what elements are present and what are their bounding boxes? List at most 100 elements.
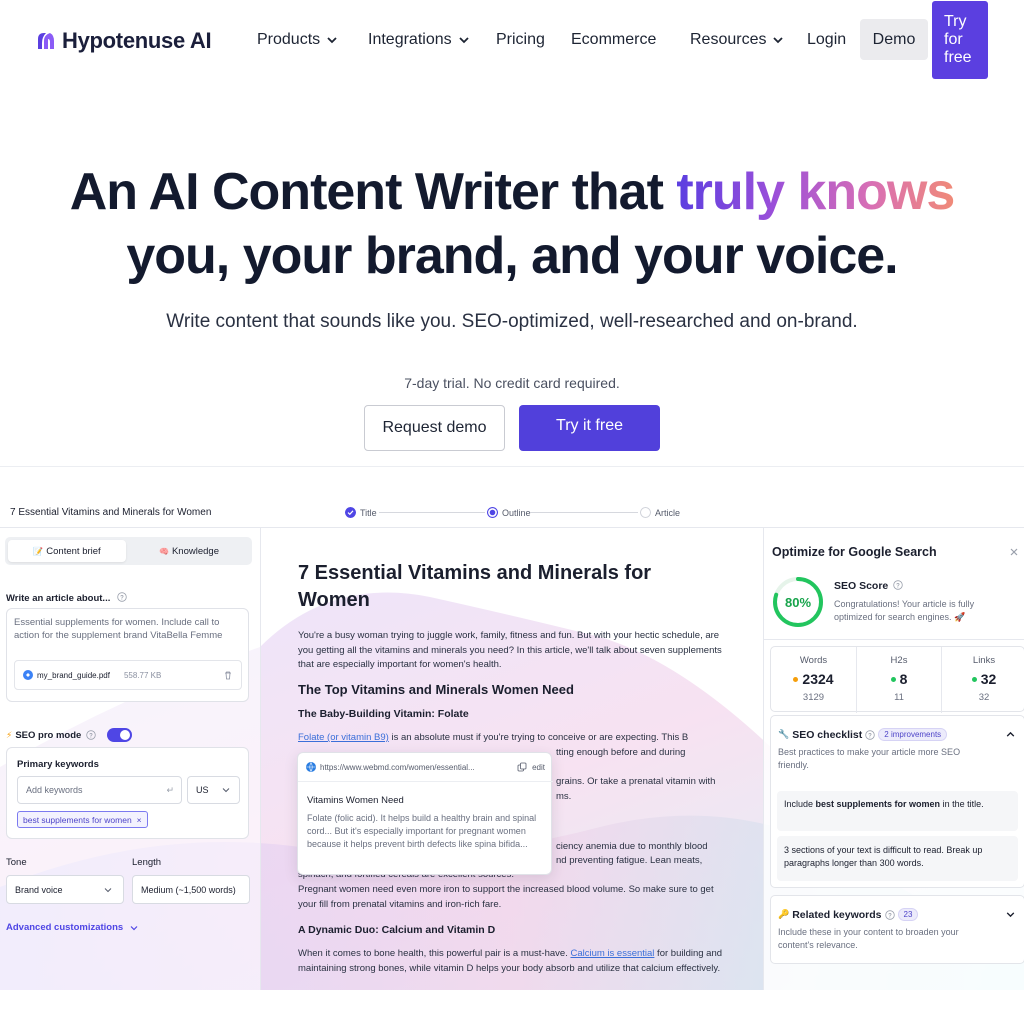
write-about-value: Essential supplements for women. Include…	[14, 617, 223, 641]
file-size: 558.77 KB	[123, 670, 162, 680]
svg-text:?: ?	[888, 913, 892, 919]
item1-c: in the title.	[940, 799, 984, 809]
trash-icon[interactable]	[223, 670, 233, 680]
calcium-paragraph: When it comes to bone health, this power…	[298, 947, 726, 976]
hero-subtitle: Write content that sounds like you. SEO-…	[166, 311, 858, 332]
citation-popup[interactable]: https://www.webmd.com/women/essential...…	[297, 752, 553, 875]
stat-h2s-value: 8	[857, 671, 941, 687]
chevron-down-icon	[458, 37, 469, 44]
close-icon[interactable]: ×	[137, 815, 142, 825]
try-label-1: Try	[944, 13, 967, 30]
step-outline[interactable]: Outline	[487, 507, 531, 518]
iron-tail-2: nd preventing fatigue. Lean meats,	[556, 855, 703, 866]
try-for-free-button[interactable]: Try for free	[932, 1, 988, 79]
pending-step-icon	[640, 507, 651, 518]
top-nav: Hypotenuse AI Products Integrations Pric…	[0, 0, 1024, 82]
seo-checklist-header[interactable]: 🔧 SEO checklist ? 2 improvements	[778, 728, 948, 741]
brain-icon: 🧠	[159, 546, 169, 556]
chevron-down-icon	[773, 37, 784, 44]
article-editor[interactable]: 7 Essential Vitamins and Minerals for Wo…	[262, 528, 762, 990]
keywords-input[interactable]: Add keywords ↵	[17, 776, 182, 804]
help-icon: ?	[893, 580, 903, 590]
check-circle-icon	[345, 507, 356, 518]
seo-checklist-title: SEO checklist	[792, 728, 863, 741]
citation-header: https://www.webmd.com/women/essential...…	[298, 753, 553, 782]
wrench-icon: 🔧	[778, 729, 790, 739]
checklist-item-readability[interactable]: 3 sections of your text is difficult to …	[777, 836, 1018, 881]
keyword-chip-label: best supplements for women	[23, 814, 132, 825]
tab-content-brief[interactable]: 📝 Content brief	[8, 540, 126, 562]
nav-ecommerce[interactable]: Ecommerce	[571, 31, 656, 49]
checklist-item-title[interactable]: Include best supplements for women in th…	[777, 791, 1018, 831]
keyword-chip[interactable]: best supplements for women ×	[17, 811, 148, 828]
nav-login[interactable]: Login	[807, 31, 846, 49]
tab-content-brief-label: Content brief	[46, 545, 101, 557]
seo-score-section: 80% SEO Score ? Congratulations! Your ar…	[764, 572, 1024, 640]
improvements-badge: 2 improvements	[878, 728, 948, 741]
related-keywords-title: Related keywords	[792, 908, 882, 921]
nav-products[interactable]: Products	[257, 31, 338, 49]
article-title: 7 Essential Vitamins and Minerals for Wo…	[298, 562, 652, 611]
step-article-label: Article	[655, 507, 681, 518]
citation-edit[interactable]: edit	[532, 763, 545, 772]
request-demo-button[interactable]: Request demo	[364, 405, 505, 451]
item1-keyword: best supplements for women	[815, 799, 941, 809]
close-icon[interactable]	[1009, 547, 1019, 557]
brief-tabs: 📝 Content brief 🧠 Knowledge	[5, 537, 252, 565]
folate-link[interactable]: Folate (or vitamin B9)	[298, 732, 389, 743]
stat-links-value: 32	[942, 671, 1024, 687]
related-keywords-header[interactable]: 🔑 Related keywords ? 23	[778, 908, 919, 921]
chevron-up-icon[interactable]	[1005, 729, 1016, 740]
help-icon: ?	[865, 729, 875, 740]
chevron-down-icon	[327, 37, 337, 44]
status-dot	[890, 676, 896, 682]
stat-words-target: 3129	[802, 692, 825, 703]
nav-pricing[interactable]: Pricing	[496, 31, 545, 49]
nav-integrations[interactable]: Integrations	[368, 31, 470, 49]
brand-logo[interactable]: Hypotenuse AI	[36, 28, 212, 54]
seo-pro-mode-toggle[interactable]	[107, 728, 133, 742]
advanced-customizations[interactable]: Advanced customizations	[6, 922, 139, 933]
brand-name: Hypotenuse AI	[62, 28, 212, 53]
copy-icon[interactable]	[517, 762, 527, 772]
help-icon: ?	[117, 592, 127, 602]
step-connector	[530, 512, 638, 513]
write-about-text: Write an article about...	[6, 593, 111, 604]
folate-tail-2: grains. Or take a prenatal vitamin with	[556, 776, 716, 787]
tone-select[interactable]: Brand voice	[6, 875, 124, 904]
seo-score-value: 80%	[785, 595, 811, 610]
hero-title-line-1: An AI Content Writer that truly knows	[0, 160, 1024, 224]
length-select[interactable]: Medium (~1,500 words)	[132, 875, 250, 904]
nav-products-label: Products	[257, 31, 321, 48]
chevron-down-icon[interactable]	[1005, 909, 1016, 920]
write-about-input[interactable]: Essential supplements for women. Include…	[6, 608, 249, 702]
seo-score-label: SEO Score ?	[834, 580, 903, 592]
demo-button[interactable]: Demo	[860, 19, 928, 60]
hero-title-highlight: truly knows	[676, 163, 955, 221]
help-icon: ?	[86, 730, 97, 740]
nav-resources-label: Resources	[690, 31, 767, 48]
tab-knowledge[interactable]: 🧠 Knowledge	[129, 540, 249, 562]
country-select[interactable]: US	[187, 776, 240, 804]
seo-score-label-text: SEO Score	[834, 580, 889, 592]
toggle-knob	[120, 730, 131, 740]
step-title[interactable]: Title	[345, 507, 377, 518]
advanced-customizations-label: Advanced customizations	[6, 922, 124, 933]
length-value: Medium (~1,500 words)	[141, 884, 236, 895]
active-step-icon	[487, 507, 498, 518]
step-article[interactable]: Article	[640, 507, 680, 518]
seo-stats: Words 2324 3129 H2s 8 11 Links 32 32	[770, 646, 1024, 713]
hero-title-line-2: you, your brand, and your voice.	[126, 227, 898, 285]
calcium-link[interactable]: Calcium is essential	[570, 948, 654, 959]
iron-tail-1: ciency anemia due to monthly blood	[556, 841, 708, 852]
key-icon: 🔑	[778, 909, 790, 919]
citation-url[interactable]: https://www.webmd.com/women/essential...	[320, 763, 475, 772]
nav-resources[interactable]: Resources	[690, 31, 784, 49]
article-h2: The Top Vitamins and Minerals Women Need	[298, 682, 574, 697]
seo-checklist-card: 🔧 SEO checklist ? 2 improvements Best pr…	[770, 715, 1024, 888]
primary-keywords-card: Primary keywords Add keywords ↵ US best …	[6, 747, 249, 839]
attached-file[interactable]: my_brand_guide.pdf 558.77 KB	[14, 660, 242, 690]
keywords-placeholder: Add keywords	[26, 785, 83, 795]
stat-links-label: Links	[972, 655, 996, 666]
try-it-free-button[interactable]: Try it free	[519, 405, 660, 451]
